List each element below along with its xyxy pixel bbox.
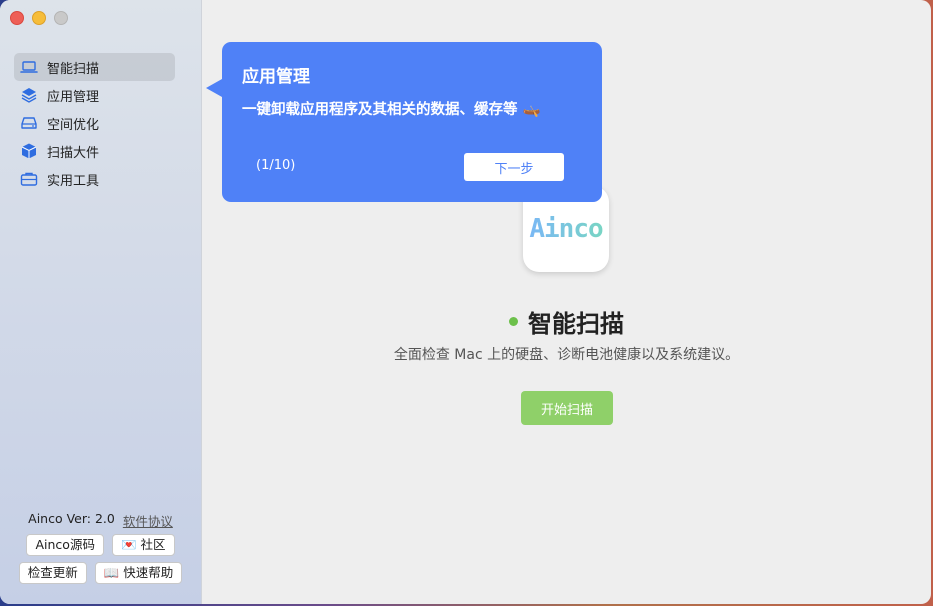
app-window: 智能扫描 应用管理 空间优化 扫描大件 实用工具 Ainco Ver: 2.0 … xyxy=(0,0,931,604)
quick-help-button[interactable]: 📖 快速帮助 xyxy=(94,562,183,584)
version-label: Ainco Ver: 2.0 xyxy=(28,511,115,526)
sidebar-item-app-management[interactable]: 应用管理 xyxy=(14,81,175,109)
status-dot-icon xyxy=(509,317,518,326)
box-icon xyxy=(21,143,37,159)
check-update-button[interactable]: 检查更新 xyxy=(18,562,87,584)
footer-buttons-row-2: 检查更新 📖 快速帮助 xyxy=(0,562,201,584)
drive-icon xyxy=(21,117,37,129)
page-description: 全面检查 Mac 上的硬盘、诊断电池健康以及系统建议。 xyxy=(393,347,740,363)
tooltip-arrow xyxy=(206,79,222,97)
license-link[interactable]: 软件协议 xyxy=(123,511,173,530)
version-row: Ainco Ver: 2.0 软件协议 xyxy=(0,511,201,530)
source-code-button[interactable]: Ainco源码 xyxy=(26,534,104,556)
sidebar-nav: 智能扫描 应用管理 空间优化 扫描大件 实用工具 xyxy=(14,53,175,193)
zoom-window-button[interactable] xyxy=(54,11,68,25)
close-window-button[interactable] xyxy=(10,11,24,25)
onboarding-tooltip: 应用管理 一键卸载应用程序及其相关的数据、缓存等 🛶 (1/10) 下一步 xyxy=(206,42,602,202)
sidebar-item-label: 空间优化 xyxy=(47,117,100,133)
tooltip-body: 一键卸载应用程序及其相关的数据、缓存等 🛶 xyxy=(242,102,541,118)
tooltip-step-counter: (1/10) xyxy=(256,158,296,173)
tooltip-title: 应用管理 xyxy=(242,67,310,87)
sidebar-item-label: 应用管理 xyxy=(47,89,100,105)
start-scan-button[interactable]: 开始扫描 xyxy=(521,391,613,425)
sidebar-item-smart-scan[interactable]: 智能扫描 xyxy=(14,53,175,81)
community-button[interactable]: 💌 社区 xyxy=(111,534,175,556)
next-step-button[interactable]: 下一步 xyxy=(464,153,564,181)
laptop-icon xyxy=(20,61,38,73)
toolbox-icon xyxy=(20,172,38,186)
title-row: 智能扫描 xyxy=(202,304,931,339)
logo-text: Ainco xyxy=(529,214,603,244)
sidebar-item-label: 实用工具 xyxy=(47,173,100,189)
layers-icon xyxy=(21,88,37,103)
sidebar-item-space-optimize[interactable]: 空间优化 xyxy=(14,109,175,137)
sidebar: 智能扫描 应用管理 空间优化 扫描大件 实用工具 Ainco Ver: 2.0 … xyxy=(0,0,202,604)
sidebar-item-label: 扫描大件 xyxy=(47,145,100,161)
sidebar-item-large-files[interactable]: 扫描大件 xyxy=(14,137,175,165)
footer-buttons-row-1: Ainco源码 💌 社区 xyxy=(0,534,201,556)
sidebar-item-label: 智能扫描 xyxy=(47,61,100,77)
window-controls xyxy=(10,11,68,25)
sidebar-item-utilities[interactable]: 实用工具 xyxy=(14,165,175,193)
page-title: 智能扫描 xyxy=(528,310,624,338)
minimize-window-button[interactable] xyxy=(32,11,46,25)
